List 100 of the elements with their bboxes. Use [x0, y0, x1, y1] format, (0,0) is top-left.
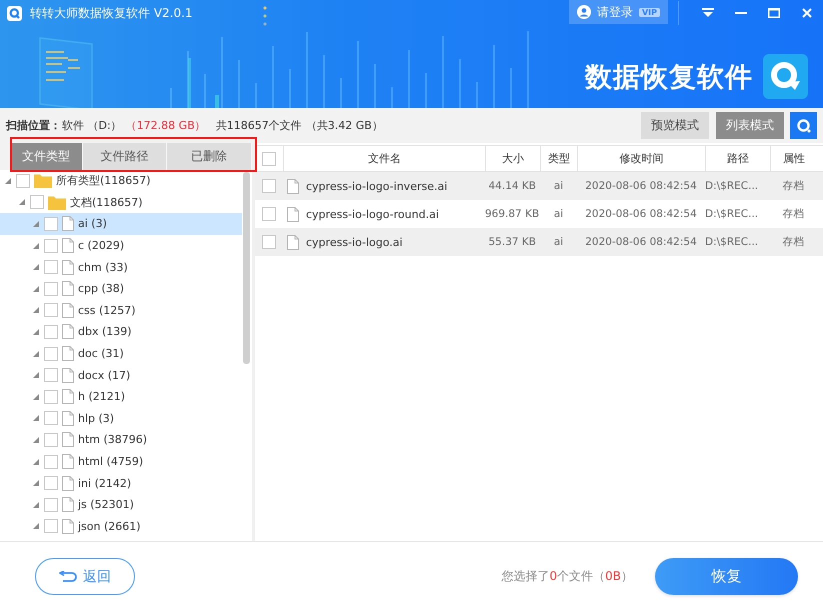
checkbox[interactable] — [44, 411, 58, 426]
checkbox[interactable] — [44, 282, 58, 296]
tree-item[interactable]: hlp (3) — [0, 408, 242, 430]
path-cell-text: D:\$REC... — [705, 208, 760, 220]
checkbox[interactable] — [262, 152, 276, 166]
tree-item[interactable]: js (52301) — [0, 494, 242, 516]
checkbox[interactable] — [30, 195, 44, 210]
tree-item[interactable]: ini (2142) — [0, 472, 242, 494]
checkbox[interactable] — [44, 454, 58, 469]
file-icon — [62, 497, 74, 512]
checkbox[interactable] — [44, 390, 58, 404]
checkbox[interactable] — [262, 179, 276, 193]
tree-item[interactable]: h (2121) — [0, 386, 242, 408]
path-cell-text: D:\$REC... — [705, 236, 760, 248]
expander-icon[interactable] — [32, 306, 40, 314]
folder-icon — [48, 194, 66, 210]
file-icon — [62, 302, 74, 318]
tree-item[interactable]: 所有类型(118657) — [0, 170, 242, 192]
expander-icon[interactable] — [32, 220, 40, 228]
scan-location-label: 扫描位置： — [6, 118, 61, 133]
expander-icon[interactable] — [32, 436, 40, 444]
tree-item[interactable]: html (4759) — [0, 450, 242, 472]
checkbox[interactable] — [44, 303, 58, 318]
app-logo-icon — [763, 54, 808, 99]
file-size-cell: 969.87 KB — [485, 208, 540, 220]
modified-time-cell-text: 2020-08-06 08:42:54 — [584, 208, 698, 220]
tree-item[interactable]: htm (38796) — [0, 429, 242, 451]
checkbox[interactable] — [44, 498, 58, 512]
checkbox[interactable] — [44, 324, 58, 339]
search-button[interactable] — [790, 112, 817, 139]
file-count: 共118657个文件 — [216, 118, 302, 133]
tab[interactable]: 文件路径 — [82, 143, 168, 170]
tree-item[interactable]: dbx (139) — [0, 321, 242, 343]
tree-label: json (2661) — [78, 520, 141, 533]
scrollbar[interactable] — [243, 172, 250, 364]
checkbox[interactable] — [16, 174, 30, 188]
tree-item[interactable]: 文档(118657) — [0, 192, 242, 214]
expander-icon[interactable] — [32, 458, 40, 466]
checkbox[interactable] — [44, 216, 58, 231]
close-icon — [802, 8, 812, 18]
file-icon — [62, 216, 74, 232]
file-icon — [62, 476, 74, 491]
expander-icon[interactable] — [32, 263, 40, 272]
expander-icon[interactable] — [4, 176, 12, 185]
dropdown-icon — [702, 8, 714, 18]
tree-item[interactable]: docx (17) — [0, 364, 242, 386]
tree-item[interactable]: c (2029) — [0, 234, 242, 256]
folder-icon — [34, 173, 52, 188]
expander-icon[interactable] — [32, 350, 40, 358]
tab[interactable]: 已删除 — [167, 143, 252, 170]
user-icon — [576, 5, 591, 19]
minimize-icon — [734, 12, 746, 14]
expander-icon[interactable] — [32, 479, 40, 488]
tree-label: js (52301) — [78, 498, 134, 512]
tree-item[interactable]: css (1257) — [0, 300, 242, 322]
expander-icon[interactable] — [32, 284, 40, 293]
checkbox[interactable] — [44, 432, 58, 447]
expander-icon[interactable] — [32, 500, 40, 509]
file-icon — [62, 324, 74, 340]
tree-item[interactable]: doc (31) — [0, 342, 242, 364]
checkbox[interactable] — [44, 260, 58, 274]
tree-label: ini (2142) — [78, 476, 132, 490]
tree-label: doc (31) — [78, 347, 124, 360]
attribute-cell-text: 存档 — [782, 235, 806, 249]
view-mode-button[interactable]: 预览模式 — [641, 112, 709, 139]
return-arrow-icon — [59, 570, 77, 582]
tree-label: ai (3) — [78, 217, 107, 230]
tree-item[interactable]: cpp (38) — [0, 278, 242, 300]
attribute-cell-text: 存档 — [782, 207, 806, 221]
file-icon — [62, 281, 74, 296]
file-type-cell-text: ai — [552, 208, 564, 220]
tree-item[interactable]: ai (3) — [0, 213, 242, 235]
checkbox[interactable] — [262, 235, 276, 249]
tree-label: chm (33) — [78, 260, 128, 274]
expander-icon[interactable] — [32, 242, 40, 250]
file-size-cell-text: 55.37 KB — [488, 236, 537, 248]
total-size: （共3.42 GB） — [306, 118, 383, 133]
expander-icon[interactable] — [32, 522, 40, 530]
checkbox[interactable] — [44, 346, 58, 361]
tree-label: dbx (139) — [78, 325, 132, 338]
file-icon — [62, 238, 74, 254]
file-icon — [62, 518, 74, 534]
checkbox[interactable] — [262, 207, 276, 221]
expander-icon[interactable] — [32, 328, 40, 336]
expander-icon[interactable] — [18, 198, 26, 206]
recover-button[interactable]: 恢复 — [655, 558, 798, 595]
expander-icon[interactable] — [32, 414, 40, 422]
attribute-cell-text: 存档 — [782, 179, 806, 193]
checkbox[interactable] — [44, 238, 58, 253]
checkbox[interactable] — [44, 476, 58, 490]
login-label: 请登录 — [596, 4, 633, 20]
file-icon — [62, 389, 74, 404]
expander-icon[interactable] — [32, 392, 40, 401]
expander-icon[interactable] — [32, 371, 40, 380]
file-size-cell-text: 44.14 KB — [488, 180, 537, 192]
checkbox[interactable] — [44, 368, 58, 382]
tree-item[interactable]: json (2661) — [0, 516, 242, 538]
checkbox[interactable] — [44, 519, 58, 534]
tree-item[interactable]: chm (33) — [0, 256, 242, 278]
tree-label: h (2121) — [78, 390, 126, 404]
